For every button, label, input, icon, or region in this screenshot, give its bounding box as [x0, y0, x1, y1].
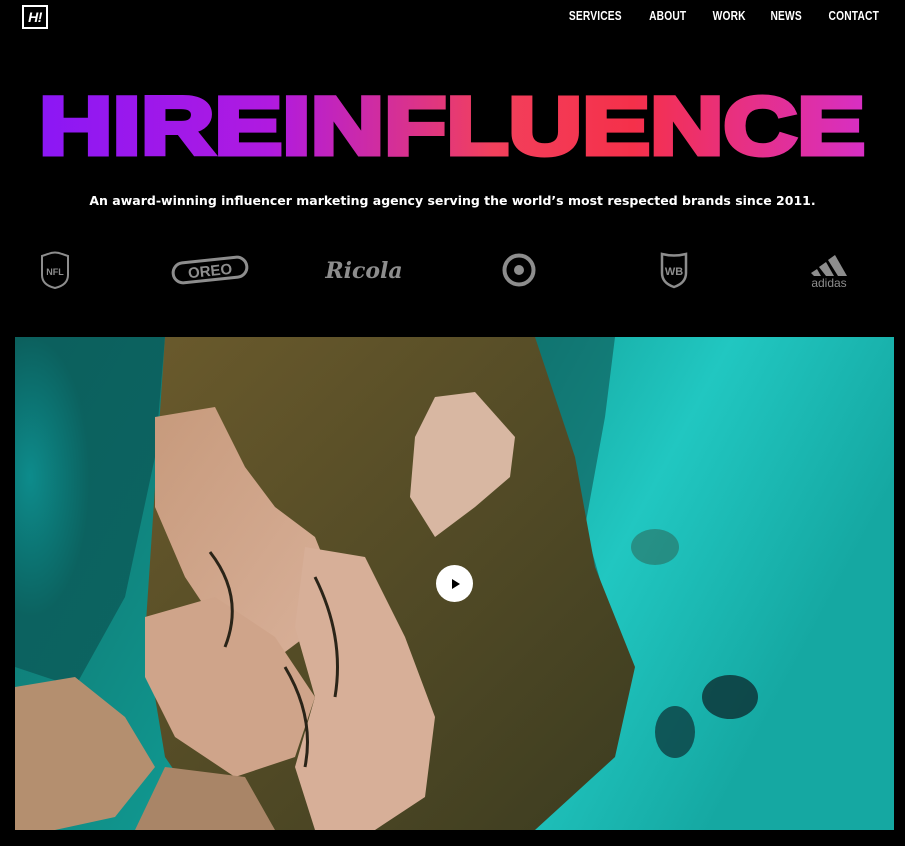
main-nav: SERVICES ABOUT WORK NEWS CONTACT [563, 9, 885, 23]
svg-text:Ricola: Ricola [324, 258, 402, 284]
hero-tagline: An award-winning influencer marketing ag… [89, 193, 816, 208]
hero-title-graphic: HIREINFLUENCE [37, 79, 868, 175]
brand-adidas-logo: adidas [800, 248, 858, 292]
brand-ricola-logo: Ricola [318, 248, 410, 292]
hero-title-text: HIREINFLUENCE [39, 81, 865, 172]
nav-work[interactable]: WORK [712, 9, 745, 23]
hero-video[interactable] [15, 337, 894, 830]
video-play-button[interactable] [436, 565, 473, 602]
hero-title: HIREINFLUENCE [0, 70, 905, 180]
svg-text:NFL: NFL [46, 267, 64, 277]
nav-news[interactable]: NEWS [771, 9, 802, 23]
brand-target-logo [500, 248, 538, 292]
nav-about[interactable]: ABOUT [649, 9, 686, 23]
brand-nfl-logo: NFL [38, 248, 72, 292]
site-logo[interactable]: H! [22, 5, 48, 29]
nav-services[interactable]: SERVICES [568, 9, 621, 23]
play-icon [451, 578, 460, 589]
site-logo-text: H! [28, 9, 42, 25]
brand-wb-logo: WB [657, 248, 691, 292]
svg-text:adidas: adidas [811, 276, 846, 289]
svg-text:WB: WB [665, 266, 683, 278]
brand-oreo-logo: OREO [170, 248, 250, 292]
nav-contact[interactable]: CONTACT [829, 9, 879, 23]
